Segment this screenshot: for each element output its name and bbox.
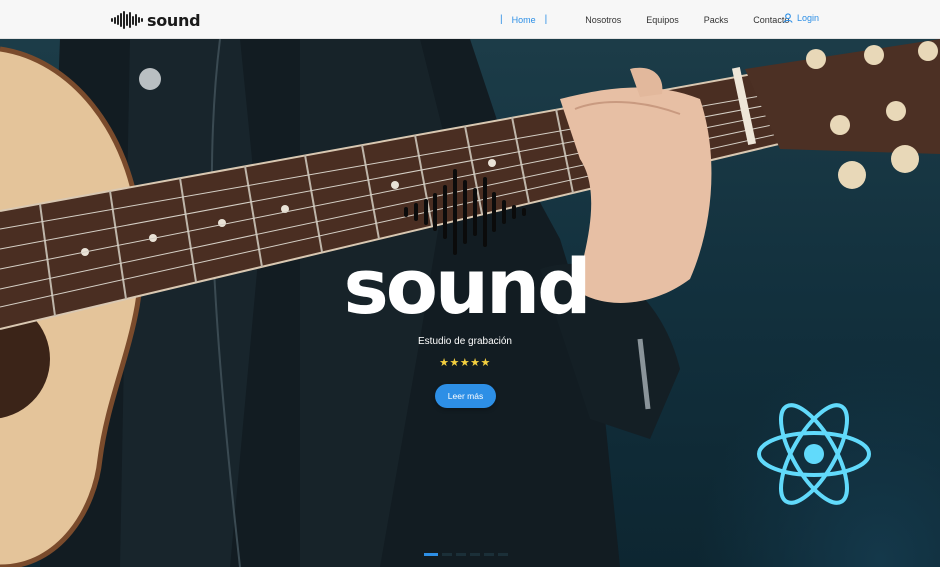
top-navbar: sound | Home | Nosotros Equipos Packs Co…	[0, 0, 940, 39]
main-nav: | Home | Nosotros Equipos Packs Contacto	[500, 0, 814, 39]
user-icon	[783, 13, 793, 23]
nav-item-label: Equipos	[646, 14, 679, 25]
nav-item-packs[interactable]: Packs	[704, 15, 729, 25]
carousel-dot[interactable]	[424, 553, 438, 556]
login-link[interactable]: Login	[783, 13, 819, 23]
nav-item-nosotros[interactable]: Nosotros	[585, 15, 621, 25]
carousel-dot[interactable]	[470, 553, 480, 556]
soundwave-icon	[111, 11, 143, 29]
hero-title: sound	[343, 242, 591, 331]
brand-logo[interactable]: sound	[111, 9, 201, 31]
nav-item-label: Packs	[703, 14, 729, 25]
read-more-button[interactable]: Leer más	[435, 384, 496, 408]
nav-item-equipos[interactable]: Equipos	[646, 15, 679, 25]
rating-stars: ★★★★★	[439, 357, 491, 369]
active-indicator: |	[544, 14, 548, 25]
carousel-dot[interactable]	[484, 553, 494, 556]
carousel-dot[interactable]	[456, 553, 466, 556]
brand-name: sound	[147, 10, 201, 30]
nav-item-label: Nosotros	[585, 14, 622, 25]
carousel-dot[interactable]	[442, 553, 452, 556]
react-icon	[757, 403, 871, 505]
nav-item-label: Home	[511, 14, 536, 25]
nav-item-home[interactable]: | Home |	[500, 14, 547, 25]
hero-carousel: sound Estudio de grabación ★★★★★ Leer má…	[0, 39, 940, 567]
carousel-indicators	[424, 553, 508, 556]
carousel-dot[interactable]	[498, 553, 508, 556]
login-label: Login	[797, 13, 820, 23]
hero-subtitle: Estudio de grabación	[418, 336, 512, 347]
